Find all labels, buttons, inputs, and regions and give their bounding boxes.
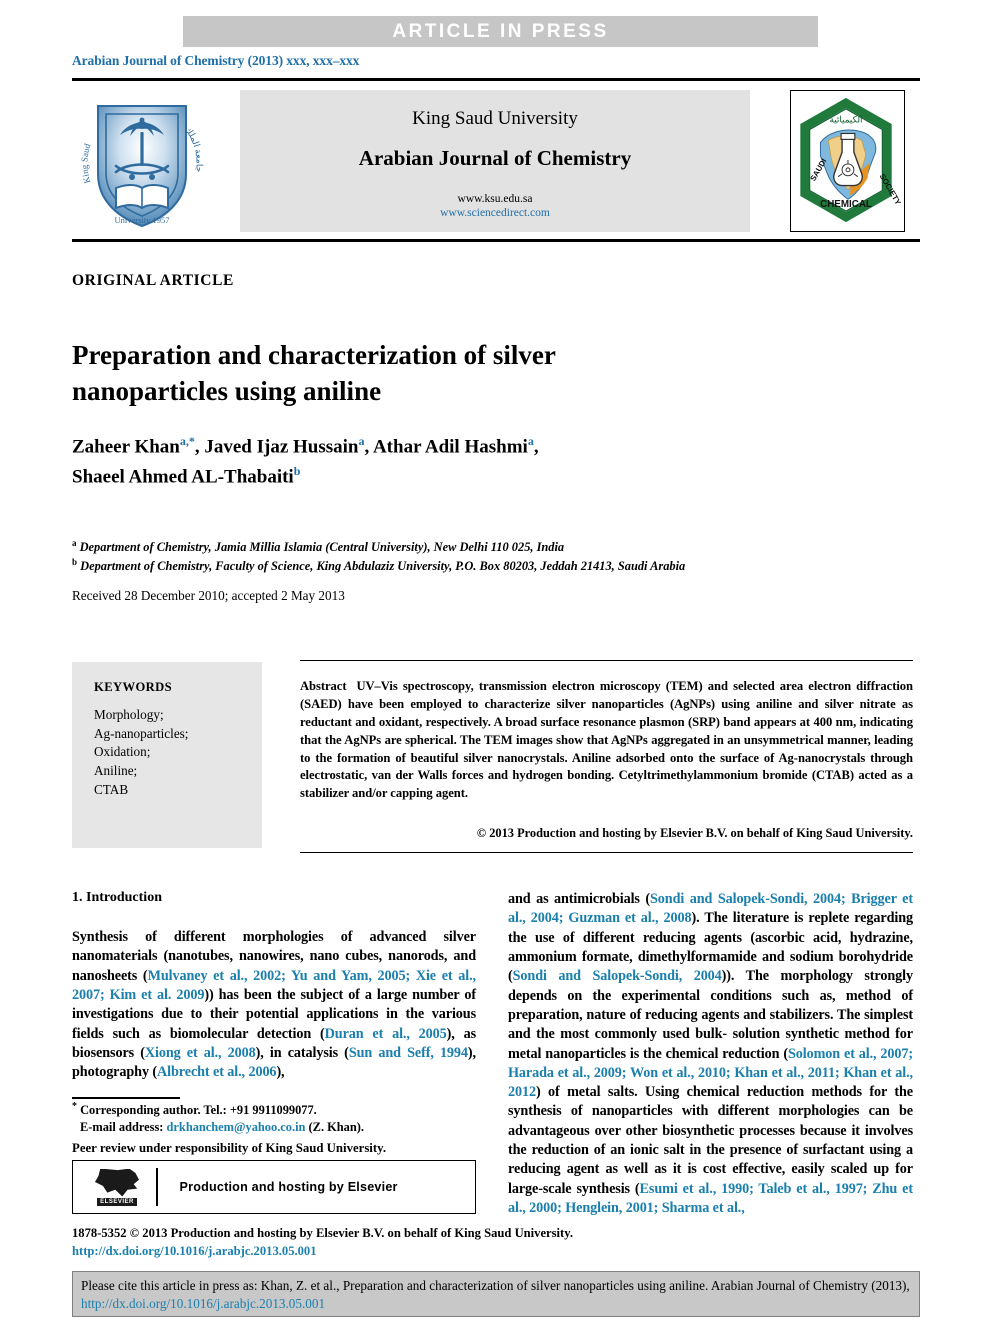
text-run: ), [276,1064,285,1081]
abstract-block: Abstract UV–Vis spectroscopy, transmissio… [300,678,913,803]
elsevier-tree-shape [95,1168,139,1197]
intro-paragraph-left: Synthesis of different morphologies of a… [72,928,476,1083]
masthead-bottom-rule [72,239,920,242]
issn-copyright-line: 1878-5352 © 2013 Production and hosting … [72,1225,632,1261]
affiliation-item: a Department of Chemistry, Jamia Millia … [72,537,912,556]
king-saud-university-logo-icon: King Saud جامعة الملك University 1957 [72,90,212,233]
text-run: and as antimicrobials ( [508,891,650,907]
author-name: Zaheer Khan [72,436,180,458]
university-name: King Saud University [412,108,578,129]
author-name: Athar Adil Hashmi [372,436,528,458]
keywords-heading: KEYWORDS [94,680,173,694]
elsevier-divider [156,1168,158,1206]
text-run: ), in catalysis ( [255,1044,349,1061]
svg-text:University 1957: University 1957 [114,215,169,225]
abstract-label: Abstract [300,679,347,693]
affiliation-item: b Department of Chemistry, Faculty of Sc… [72,556,912,575]
sciencedirect-url[interactable]: www.sciencedirect.com [240,207,750,219]
article-in-press-label: ARTICLE IN PRESS [392,20,609,42]
body-column-right: and as antimicrobials ( Sondi and Salopek… [508,890,913,1218]
author-marks: a,* [179,434,195,448]
journal-reference-volume: xxx, xxx–xxx [286,53,360,68]
corresponding-author-mark: * [72,1101,77,1112]
doi-link[interactable]: http://dx.doi.org/10.1016/j.arabjc.2013.… [72,1244,317,1258]
author-name: Shaeel Ahmed AL-Thabaiti [72,466,294,488]
citation-link[interactable]: Sondi and Salopek-Sondi, 2004 [513,968,722,984]
email-suffix: (Z. Khan). [308,1120,364,1135]
elsevier-logo-icon: ELSEVIER [86,1168,148,1206]
author-marks: a [358,434,365,448]
masthead-center-box: King Saud University Arabian Journal of … [240,90,750,232]
masthead-top-rule [72,78,920,81]
cite-this-article-box: Please cite this article in press as: Kh… [72,1271,920,1317]
article-type-label: ORIGINAL ARTICLE [72,272,234,289]
svg-text:King Saud: King Saud [79,142,92,185]
elsevier-wordmark: ELSEVIER [97,1197,137,1206]
journal-masthead: King Saud جامعة الملك University 1957 Ki… [72,88,920,234]
email-label: E-mail address: [80,1120,164,1135]
elsevier-hosting-label: Production and hosting by Elsevier [179,1180,398,1194]
affiliation-mark: b [72,557,78,568]
citation-link[interactable]: Albrecht et al., 2006 [157,1064,277,1080]
issn-text: 1878-5352 © 2013 Production and hosting … [72,1226,573,1240]
email-link[interactable]: drkhanchem@yahoo.co.in [167,1120,306,1134]
ksu-website-url[interactable]: www.ksu.edu.sa [240,193,750,205]
journal-reference-prefix: Arabian Journal of Chemistry (2013) [72,53,287,68]
abstract-copyright: © 2013 Production and hosting by Elsevie… [476,826,913,840]
corresponding-author-text: Corresponding author. Tel.: +91 99110990… [80,1103,317,1118]
email-line: E-mail address: drkhanchem@yahoo.co.in (… [72,1119,476,1136]
citation-link[interactable]: Xiong et al., 2008 [145,1045,256,1061]
abstract-text: UV–Vis spectroscopy, transmission electr… [300,679,913,801]
author-marks: b [293,464,301,479]
cite-text-run: Please cite this article in press as: Kh… [81,1278,910,1293]
author-name: Javed Ijaz Hussain [204,436,359,458]
journal-reference-line: Arabian Journal of Chemistry (2013) xxx,… [72,53,359,69]
paper-page: ARTICLE IN PRESS Arabian Journal of Chem… [0,0,992,1323]
intro-paragraph-right: and as antimicrobials ( Sondi and Salopek… [508,890,913,1218]
abstract-top-rule [300,660,913,661]
peer-review-note: Peer review under responsibility of King… [72,1141,387,1155]
keywords-list: Morphology; Ag-nanoparticles; Oxidation;… [94,707,189,797]
saudi-chemical-society-logo-icon: الكيميائية CHEMICAL SAUDI SOCIETY [790,90,905,232]
affiliation-text: Department of Chemistry, Faculty of Scie… [80,559,686,574]
received-accepted-dates: Received 28 December 2010; accepted 2 Ma… [72,588,345,603]
affiliation-text: Department of Chemistry, Jamia Millia Is… [79,540,565,555]
article-in-press-banner: ARTICLE IN PRESS [183,16,818,47]
author-list: Zaheer Khana,*, Javed Ijaz Hussaina, Ath… [72,434,539,488]
affiliation-mark: a [72,538,77,548]
affiliation-list: a Department of Chemistry, Jamia Millia … [72,537,912,576]
elsevier-hosting-box: ELSEVIER Production and hosting by Elsev… [72,1160,476,1214]
body-column-left: 1. Introduction Synthesis of different m… [72,890,476,1083]
keywords-panel: KEYWORDS Morphology; Ag-nanoparticles; O… [72,662,262,848]
citation-link[interactable]: Sun and Seff, 1994 [349,1045,468,1061]
footnote-rule [72,1097,180,1099]
abstract-bottom-rule [300,852,913,853]
svg-text:الكيميائية: الكيميائية [830,115,863,125]
footnote-block: * Corresponding author. Tel.: +91 991109… [72,1100,476,1137]
citation-link[interactable]: Duran et al., 2005 [325,1026,447,1042]
author-marks: a [527,434,534,448]
journal-name: Arabian Journal of Chemistry [358,146,632,170]
section-heading-introduction: 1. Introduction [72,890,162,905]
cite-this-article-text: Please cite this article in press as: Kh… [81,1277,911,1312]
svg-text:CHEMICAL: CHEMICAL [820,199,872,210]
page-title: Preparation and characterization of silv… [72,340,556,406]
cite-doi-link[interactable]: http://dx.doi.org/10.1016/j.arabjc.2013.… [81,1296,325,1311]
